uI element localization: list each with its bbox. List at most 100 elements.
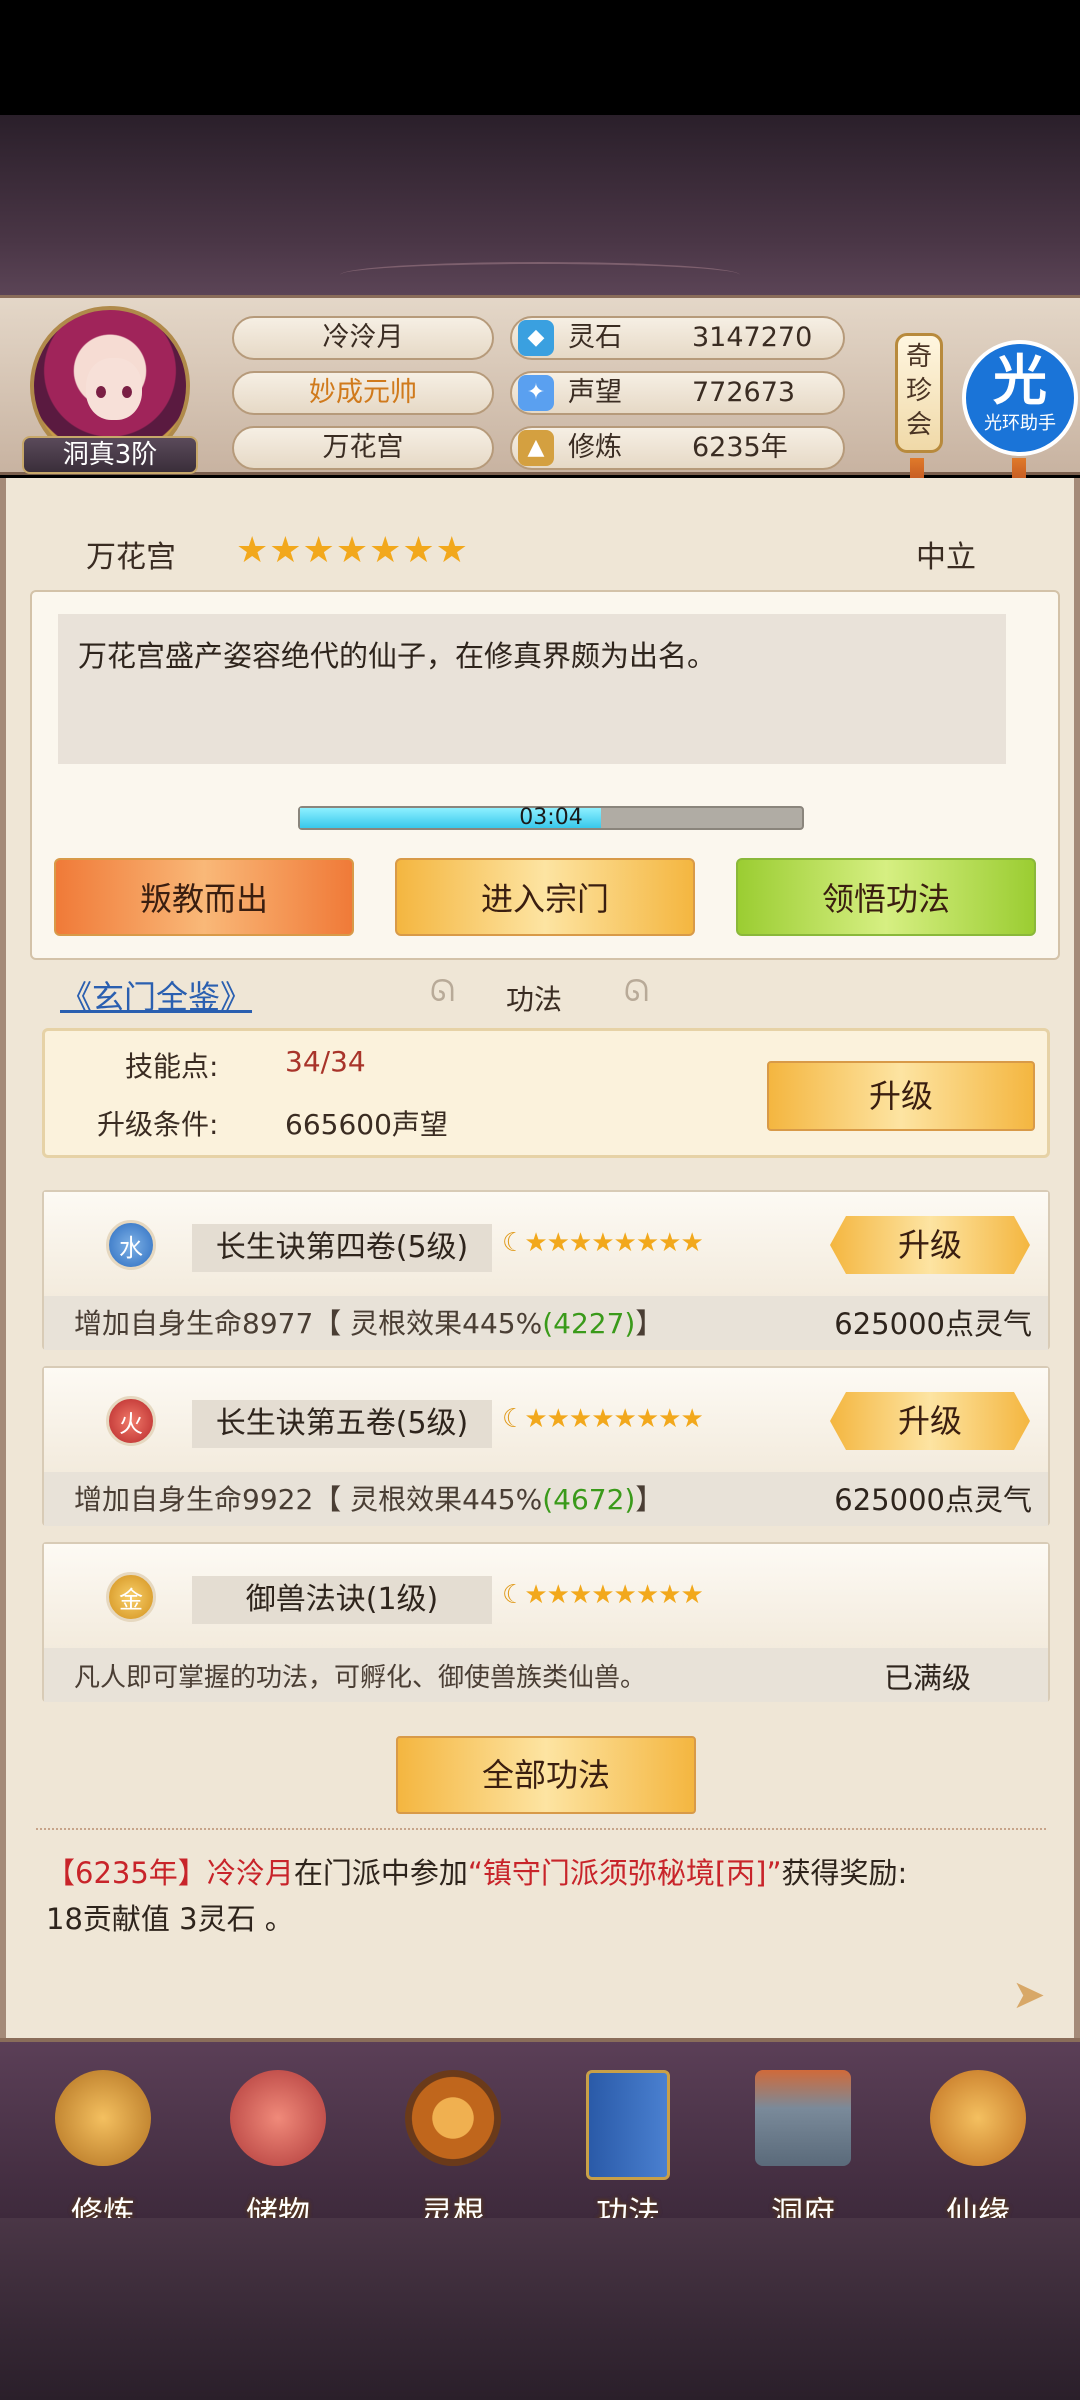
technique-effect: 增加自身生命9922【 灵根效果445%(4672)】 xyxy=(74,1480,663,1520)
resource-value: 772673 xyxy=(692,377,796,408)
technique-description: 凡人即可掌握的功法，可孵化、御使兽族类仙兽。 xyxy=(74,1663,647,1693)
helper-button[interactable]: 光 光环助手 xyxy=(962,340,1078,456)
technique-row: 水 长生诀第四卷(5级) ☾★★★★★★★★ 升级 增加自身生命8977【 灵根… xyxy=(42,1190,1050,1350)
skill-points-box: 技能点: 34/34 升级条件: 665600声望 升级 xyxy=(42,1028,1050,1158)
skill-points-value: 34/34 xyxy=(285,1045,366,1078)
technique-max-level: 已满级 xyxy=(884,1661,972,1695)
moon-icon: ☾ xyxy=(502,1228,525,1258)
upgrade-condition-value: 665600声望 xyxy=(285,1108,448,1141)
player-header: 洞真3阶 冷泠月 妙成元帅 万花宫 ◆ 灵石 3147270 ✦ 声望 7726… xyxy=(0,295,1080,498)
qizhen-button[interactable]: 奇珍会 xyxy=(895,333,943,453)
swirl-ornament-icon: ᘏ xyxy=(430,974,455,1009)
effect-bonus: (4227) xyxy=(542,1307,636,1340)
player-sect: 万花宫 xyxy=(232,426,494,470)
resource-label: 修炼 xyxy=(568,432,622,463)
cave-dwelling-icon xyxy=(755,2070,851,2166)
log-text: 在门派中参加 xyxy=(293,1856,468,1890)
technique-stars: ☾★★★★★★★★ xyxy=(502,1228,704,1258)
helper-logo-icon: 光 xyxy=(993,349,1047,412)
storage-bag-icon xyxy=(230,2070,326,2166)
nav-item-fate[interactable]: 仙缘 xyxy=(903,2070,1053,2232)
technique-row: 火 长生诀第五卷(5级) ☾★★★★★★★★ 升级 增加自身生命9922【 灵根… xyxy=(42,1366,1050,1526)
technique-name: 长生诀第四卷(5级) xyxy=(192,1224,492,1272)
technique-section-title: 功法 xyxy=(506,983,563,1016)
resource-value: 6235年 xyxy=(692,432,788,463)
effect-text: 增加自身生命8977【 灵根效果445% xyxy=(74,1307,543,1340)
technique-name: 长生诀第五卷(5级) xyxy=(192,1400,492,1448)
timer-bar: 03:04 xyxy=(298,806,804,830)
star-rating: ★★★★★★★★ xyxy=(524,1404,703,1434)
avatar-eye-left xyxy=(96,386,106,398)
leave-sect-button[interactable]: 叛教而出 xyxy=(54,858,354,936)
status-bar-area xyxy=(0,0,1080,115)
effect-text: 增加自身生命9922【 灵根效果445% xyxy=(74,1483,543,1516)
player-name: 冷泠月 xyxy=(232,316,494,360)
technique-cost: 625000点灵气 xyxy=(834,1483,1032,1517)
qizhen-label: 奇珍会 xyxy=(905,342,932,440)
star-rating: ★★★★★★★★ xyxy=(524,1228,703,1258)
resource-value: 3147270 xyxy=(692,322,813,353)
resource-reputation: ✦ 声望 772673 xyxy=(510,371,845,415)
guide-link[interactable]: 《玄门全鉴》 xyxy=(60,972,252,1018)
nav-item-technique[interactable]: 功法 xyxy=(553,2070,703,2232)
technique-book-icon xyxy=(586,2070,670,2180)
log-player: 冷泠月 xyxy=(206,1856,294,1890)
nav-item-cave[interactable]: 洞府 xyxy=(728,2070,878,2232)
arrow-right-icon[interactable]: ➤ xyxy=(1012,1972,1046,2018)
rank-badge: 洞真3阶 xyxy=(22,436,198,474)
player-title[interactable]: 妙成元帅 xyxy=(232,371,494,415)
skill-upgrade-button[interactable]: 升级 xyxy=(767,1061,1035,1131)
divider xyxy=(36,1828,1046,1838)
enter-sect-button[interactable]: 进入宗门 xyxy=(395,858,695,936)
nav-item-spirit-root[interactable]: 灵根 xyxy=(378,2070,528,2232)
fate-gourd-icon xyxy=(930,2070,1026,2166)
technique-stars: ☾★★★★★★★★ xyxy=(502,1580,704,1610)
meditation-icon: ▲ xyxy=(518,430,554,466)
log-event: “镇守门派须弥秘境[丙]” xyxy=(467,1856,782,1890)
technique-stars: ☾★★★★★★★★ xyxy=(502,1404,704,1434)
cultivate-icon xyxy=(55,2070,151,2166)
spirit-root-icon xyxy=(405,2070,501,2166)
technique-row: 金 御兽法诀(1级) ☾★★★★★★★★ 凡人即可掌握的功法，可孵化、御使兽族类… xyxy=(42,1542,1050,1702)
swirl-ornament-icon: ᘏ xyxy=(624,974,649,1009)
avatar-face xyxy=(86,358,142,420)
technique-name: 御兽法诀(1级) xyxy=(192,1576,492,1624)
sect-description: 万花宫盛产姿容绝代的仙子，在修真界颇为出名。 xyxy=(58,614,1006,764)
sect-stance: 中立 xyxy=(916,540,976,575)
effect-bonus: (4672) xyxy=(542,1483,636,1516)
technique-effect: 增加自身生命8977【 灵根效果445%(4227)】 xyxy=(74,1304,663,1344)
spirit-stone-icon: ◆ xyxy=(518,320,554,356)
effect-end: 】 xyxy=(635,1307,664,1340)
technique-cost: 625000点灵气 xyxy=(834,1307,1032,1341)
learn-technique-button[interactable]: 领悟功法 xyxy=(736,858,1036,936)
resource-cultivation: ▲ 修炼 6235年 xyxy=(510,426,845,470)
log-tail: 获得奖励: xyxy=(781,1856,908,1890)
star-rating: ★★★★★★★★ xyxy=(524,1580,703,1610)
fire-element-icon: 火 xyxy=(106,1396,156,1446)
reputation-icon: ✦ xyxy=(518,375,554,411)
log-year: 【6235年】 xyxy=(46,1856,207,1890)
technique-upgrade-button[interactable]: 升级 xyxy=(830,1392,1030,1450)
metal-element-icon: 金 xyxy=(106,1572,156,1622)
top-ornament xyxy=(340,262,740,288)
helper-label: 光环助手 xyxy=(984,413,1056,434)
moon-icon: ☾ xyxy=(502,1404,525,1434)
sect-stars: ★★★★★★★ xyxy=(236,530,469,571)
upgrade-condition-label: 升级条件: xyxy=(97,1108,219,1141)
sect-panel: 万花宫 ★★★★★★★ 中立 万花宫盛产姿容绝代的仙子，在修真界颇为出名。 03… xyxy=(0,478,1080,2038)
event-log: 【6235年】冷泠月在门派中参加“镇守门派须弥秘境[丙]”获得奖励: 18贡献值… xyxy=(46,1850,1046,1942)
bottom-decoration xyxy=(0,2218,1080,2400)
technique-upgrade-button[interactable]: 升级 xyxy=(830,1216,1030,1274)
avatar-eye-right xyxy=(122,386,132,398)
nav-item-cultivate[interactable]: 修炼 xyxy=(28,2070,178,2232)
nav-item-storage[interactable]: 储物 xyxy=(203,2070,353,2232)
skill-points-label: 技能点: xyxy=(125,1050,219,1083)
log-reward: 18贡献值 3灵石 。 xyxy=(46,1902,294,1936)
water-element-icon: 水 xyxy=(106,1220,156,1270)
effect-end: 】 xyxy=(635,1483,664,1516)
sect-name: 万花宫 xyxy=(86,540,176,575)
all-techniques-button[interactable]: 全部功法 xyxy=(396,1736,696,1814)
timer-text: 03:04 xyxy=(519,805,583,830)
resource-label: 声望 xyxy=(568,377,622,408)
resource-label: 灵石 xyxy=(568,322,622,353)
